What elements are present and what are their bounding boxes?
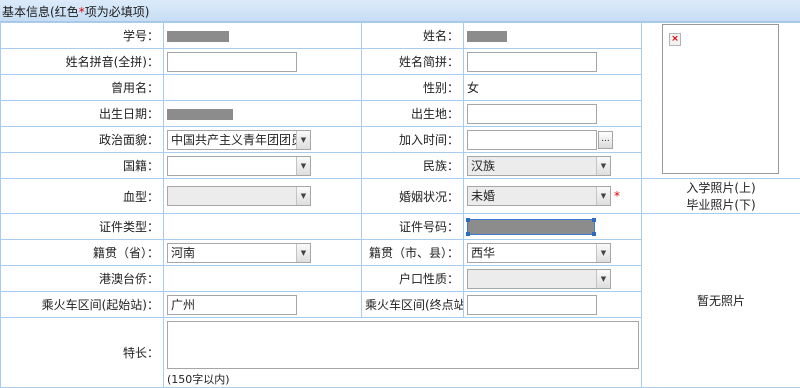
pinyin-full-input[interactable] [167,52,297,72]
train-end-label: 乘火车区间(终点站)： [362,292,464,318]
no-photo-text: 暂无照片 [697,294,745,308]
photo-frame: × [662,24,779,174]
chevron-down-icon[interactable]: ▼ [296,187,310,205]
chevron-down-icon[interactable]: ▼ [596,244,610,262]
chevron-down-icon[interactable]: ▼ [596,187,610,205]
broken-image-icon: × [669,33,681,46]
chevron-down-icon[interactable]: ▼ [296,244,310,262]
birth-date-value [164,101,362,127]
name-value [464,23,642,49]
household-type-label: 户口性质： [362,266,464,292]
hk-macao-taiwan-label: 港澳台侨： [1,266,164,292]
blood-type-select[interactable]: ▼ [167,186,311,206]
redacted-value [467,31,507,42]
native-province-select[interactable]: 河南▼ [167,243,311,263]
required-star: * [614,189,620,203]
train-end-input[interactable] [467,295,597,315]
nationality-label: 国籍： [1,153,164,179]
train-start-label: 乘火车区间(起始站)： [1,292,164,318]
marital-status-label: 婚姻状况： [362,179,464,214]
former-name-label: 曾用名： [1,75,164,101]
student-no-label: 学号： [1,23,164,49]
id-number-label: 证件号码： [362,214,464,240]
chevron-down-icon[interactable]: ▼ [296,157,310,175]
no-photo-cell: 暂无照片 [642,214,800,388]
pinyin-short-input[interactable] [467,52,597,72]
ethnicity-select[interactable]: 汉族▼ [467,156,611,176]
chevron-down-icon[interactable]: ▼ [596,270,610,288]
pinyin-full-label: 姓名拼音(全拼)： [1,49,164,75]
join-date-input[interactable] [467,130,597,150]
chevron-down-icon[interactable]: ▼ [596,157,610,175]
pinyin-short-label: 姓名简拼： [362,49,464,75]
student-no-value [164,23,362,49]
date-picker-button[interactable]: ... [598,131,613,149]
household-type-select[interactable]: ▼ [467,269,611,289]
former-name-value [164,75,362,101]
political-status-label: 政治面貌： [1,127,164,153]
id-type-label: 证件类型： [1,214,164,240]
blood-type-label: 血型： [1,179,164,214]
train-start-input[interactable]: 广州 [167,295,297,315]
gender-value: 女 [464,75,642,101]
id-number-input[interactable] [467,219,595,235]
photo-caption: 入学照片(上)毕业照片(下) [642,179,800,214]
birth-place-input[interactable] [467,104,597,124]
gender-label: 性别： [362,75,464,101]
marital-status-select[interactable]: 未婚▼ [467,186,611,206]
id-type-value [164,214,362,240]
specialty-label: 特长： [1,318,164,388]
join-date-label: 加入时间： [362,127,464,153]
birth-place-label: 出生地： [362,101,464,127]
name-label: 姓名： [362,23,464,49]
chevron-down-icon[interactable]: ▼ [296,131,310,149]
hk-macao-taiwan-value [164,266,362,292]
redacted-value [167,109,233,120]
political-status-select[interactable]: 中国共产主义青年团团员▼ [167,130,311,150]
ethnicity-label: 民族： [362,153,464,179]
nationality-select[interactable]: ▼ [167,156,311,176]
specialty-limit: (150字以内) [167,371,638,387]
section-title: 基本信息(红色*项为必填项) [0,0,800,22]
native-city-label: 籍贯（市、县）： [362,240,464,266]
birth-date-label: 出生日期： [1,101,164,127]
specialty-textarea[interactable] [167,321,639,369]
native-city-select[interactable]: 西华▼ [467,243,611,263]
native-province-label: 籍贯（省）： [1,240,164,266]
redacted-value [167,31,229,42]
